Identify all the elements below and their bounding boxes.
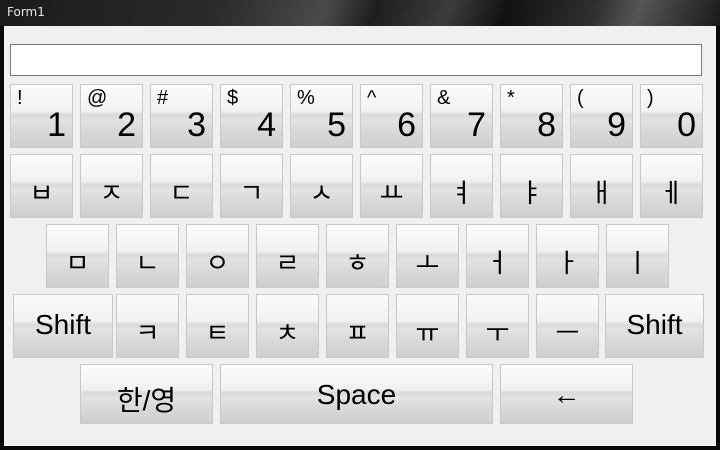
- key-row3-0[interactable]: ㅁ: [46, 224, 109, 288]
- key-label: Shift: [626, 309, 683, 340]
- key-row4-1[interactable]: ㅌ: [186, 294, 249, 358]
- key-label: ←: [552, 379, 581, 410]
- key-4[interactable]: $4: [220, 84, 283, 148]
- key-row3-6[interactable]: ㅓ: [466, 224, 529, 288]
- shift-left-button[interactable]: Shift: [13, 294, 113, 358]
- key-row2-6[interactable]: ㅕ: [430, 154, 493, 218]
- key-8[interactable]: * 8: [500, 84, 563, 148]
- key-label: ㄱ: [239, 178, 264, 208]
- window-title: Form1: [7, 5, 45, 19]
- key-label: 9: [607, 106, 626, 144]
- key-label: ㅛ: [379, 178, 404, 208]
- form1-window: Form1 ! 1 @2 #3 $4% 5 ^ 6 & 7 * 8(9) 0 ㅂ ㅈ ㄷ ㄱ ㅅ ㅛ ㅕ ㅑ ㅐ ㅔㅁ ㄴ ㅇ ㄹ…: [0, 0, 720, 450]
- key-1[interactable]: ! 1: [10, 84, 73, 148]
- key-7[interactable]: & 7: [430, 84, 493, 148]
- key-label: ㅑ: [519, 178, 544, 208]
- key-row3-5[interactable]: ㅗ: [396, 224, 459, 288]
- key-label: ㄴ: [135, 248, 160, 278]
- key-label: 6: [397, 106, 416, 144]
- key-label: 4: [257, 106, 276, 144]
- key-label: ㅓ: [485, 248, 510, 278]
- key-row2-4[interactable]: ㅅ: [290, 154, 353, 218]
- key-0[interactable]: ) 0: [640, 84, 703, 148]
- key-row2-0[interactable]: ㅂ: [10, 154, 73, 218]
- key-label: ㅔ: [659, 178, 684, 208]
- space-button[interactable]: Space: [220, 364, 493, 424]
- key-label: ㅇ: [205, 248, 230, 278]
- key-label: 2: [117, 106, 136, 144]
- key-row4-0[interactable]: ㅋ: [116, 294, 179, 358]
- key-label: ㅣ: [625, 248, 650, 278]
- key-row2-5[interactable]: ㅛ: [360, 154, 423, 218]
- key-label: ㅌ: [205, 318, 230, 348]
- key-row4-3[interactable]: ㅍ: [326, 294, 389, 358]
- key-label: ㅡ: [555, 318, 580, 348]
- shift-right-button[interactable]: Shift: [605, 294, 704, 358]
- key-row3-1[interactable]: ㄴ: [116, 224, 179, 288]
- key-label: Space: [316, 379, 397, 410]
- key-label: ㅋ: [135, 318, 160, 348]
- key-row4-2[interactable]: ㅊ: [256, 294, 319, 358]
- key-label: ㅊ: [275, 318, 300, 348]
- title-bar[interactable]: Form1: [0, 0, 720, 26]
- key-label: Shift: [34, 309, 92, 340]
- key-label: ㄷ: [169, 178, 194, 208]
- key-label: ㅂ: [29, 178, 54, 208]
- key-label: ㅏ: [555, 248, 580, 278]
- key-label: ㅗ: [415, 248, 440, 278]
- key-label: 한/영: [116, 385, 177, 416]
- key-label: ㅅ: [309, 178, 334, 208]
- key-2[interactable]: @2: [80, 84, 143, 148]
- key-label: ㅈ: [99, 178, 124, 208]
- key-label: 5: [327, 106, 346, 144]
- key-label: ㅠ: [415, 318, 440, 348]
- key-label: ㄹ: [275, 248, 300, 278]
- key-row3-4[interactable]: ㅎ: [326, 224, 389, 288]
- key-label: ㅜ: [485, 318, 510, 348]
- key-row2-3[interactable]: ㄱ: [220, 154, 283, 218]
- key-row4-6[interactable]: ㅡ: [536, 294, 599, 358]
- key-row2-7[interactable]: ㅑ: [500, 154, 563, 218]
- text-input[interactable]: [10, 44, 702, 76]
- key-9[interactable]: (9: [570, 84, 633, 148]
- key-label: ㅍ: [345, 318, 370, 348]
- key-3[interactable]: #3: [150, 84, 213, 148]
- key-row3-8[interactable]: ㅣ: [606, 224, 669, 288]
- key-label: 3: [187, 106, 206, 144]
- key-row2-9[interactable]: ㅔ: [640, 154, 703, 218]
- key-label: 1: [47, 106, 66, 144]
- key-row3-7[interactable]: ㅏ: [536, 224, 599, 288]
- client-area: ! 1 @2 #3 $4% 5 ^ 6 & 7 * 8(9) 0 ㅂ ㅈ ㄷ ㄱ ㅅ ㅛ ㅕ ㅑ ㅐ ㅔㅁ ㄴ ㅇ ㄹ ㅎ ㅗ ㅓ ㅏ ㅣ S…: [4, 26, 716, 446]
- key-label: 7: [467, 106, 486, 144]
- key-label: ㅎ: [345, 248, 370, 278]
- key-row3-2[interactable]: ㅇ: [186, 224, 249, 288]
- key-row4-4[interactable]: ㅠ: [396, 294, 459, 358]
- backspace-button[interactable]: ←: [500, 364, 633, 424]
- key-label: 0: [677, 106, 696, 144]
- key-label: 8: [537, 106, 556, 144]
- key-row4-5[interactable]: ㅜ: [466, 294, 529, 358]
- language-toggle-button[interactable]: 한/영: [80, 364, 213, 424]
- key-5[interactable]: % 5: [290, 84, 353, 148]
- key-row2-8[interactable]: ㅐ: [570, 154, 633, 218]
- key-label: ㅐ: [589, 178, 614, 208]
- key-label: ㅁ: [65, 248, 90, 278]
- key-row2-2[interactable]: ㄷ: [150, 154, 213, 218]
- key-label: ㅕ: [449, 178, 474, 208]
- key-row3-3[interactable]: ㄹ: [256, 224, 319, 288]
- key-row2-1[interactable]: ㅈ: [80, 154, 143, 218]
- key-6[interactable]: ^ 6: [360, 84, 423, 148]
